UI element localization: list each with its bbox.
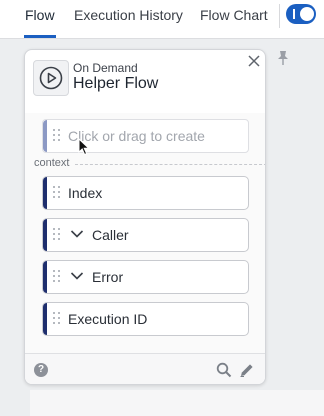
close-icon[interactable] xyxy=(247,54,261,68)
list-item-caller[interactable]: Caller xyxy=(42,218,249,252)
flow-step-card: On Demand Helper Flow Click or drag to c… xyxy=(24,49,266,385)
context-list[interactable]: Click or drag to create context Index Ca… xyxy=(25,113,265,353)
item-label: Index xyxy=(68,185,103,201)
tab-execution-history[interactable]: Execution History xyxy=(74,6,183,24)
toggle-switch[interactable] xyxy=(286,4,316,24)
row-accent xyxy=(43,120,47,152)
list-item-execution-id[interactable]: Execution ID xyxy=(42,302,249,336)
chevron-down-icon[interactable] xyxy=(70,229,84,239)
section-divider xyxy=(75,164,265,165)
pencil-icon[interactable] xyxy=(239,362,255,378)
card-footer: ? xyxy=(25,353,265,384)
tab-flow-chart[interactable]: Flow Chart xyxy=(200,6,268,24)
drag-handle-icon[interactable] xyxy=(53,186,61,200)
toggle-knob xyxy=(300,7,314,21)
drag-handle-icon[interactable] xyxy=(53,228,61,242)
active-tab-indicator xyxy=(24,35,56,38)
row-accent xyxy=(43,303,47,335)
section-label: context xyxy=(34,157,70,169)
item-label: Execution ID xyxy=(68,311,148,327)
drag-handle-icon[interactable] xyxy=(53,312,61,326)
item-label: Caller xyxy=(92,227,129,243)
play-icon xyxy=(39,66,63,90)
item-label: Error xyxy=(92,269,124,285)
pin-icon[interactable] xyxy=(276,50,290,66)
tab-bar: Flow Execution History Flow Chart xyxy=(0,0,324,39)
drag-handle-icon[interactable] xyxy=(53,270,61,284)
mouse-cursor-icon xyxy=(78,138,90,156)
toggle-on-mark xyxy=(293,9,295,19)
row-accent xyxy=(43,177,47,209)
divider xyxy=(279,4,280,28)
search-icon[interactable] xyxy=(216,362,232,378)
flow-title: Helper Flow xyxy=(73,75,159,92)
trigger-icon-box xyxy=(33,60,69,96)
list-item-index[interactable]: Index xyxy=(42,176,249,210)
row-accent xyxy=(43,261,47,293)
row-accent xyxy=(43,219,47,251)
drag-handle-icon[interactable] xyxy=(53,129,61,143)
chevron-down-icon[interactable] xyxy=(70,271,84,281)
trigger-type: On Demand xyxy=(73,61,138,75)
help-icon[interactable]: ? xyxy=(34,363,48,377)
tab-flow[interactable]: Flow xyxy=(25,6,55,24)
list-item-error[interactable]: Error xyxy=(42,260,249,294)
create-step-dropzone[interactable]: Click or drag to create xyxy=(42,119,249,153)
canvas-lower-area xyxy=(30,390,324,416)
